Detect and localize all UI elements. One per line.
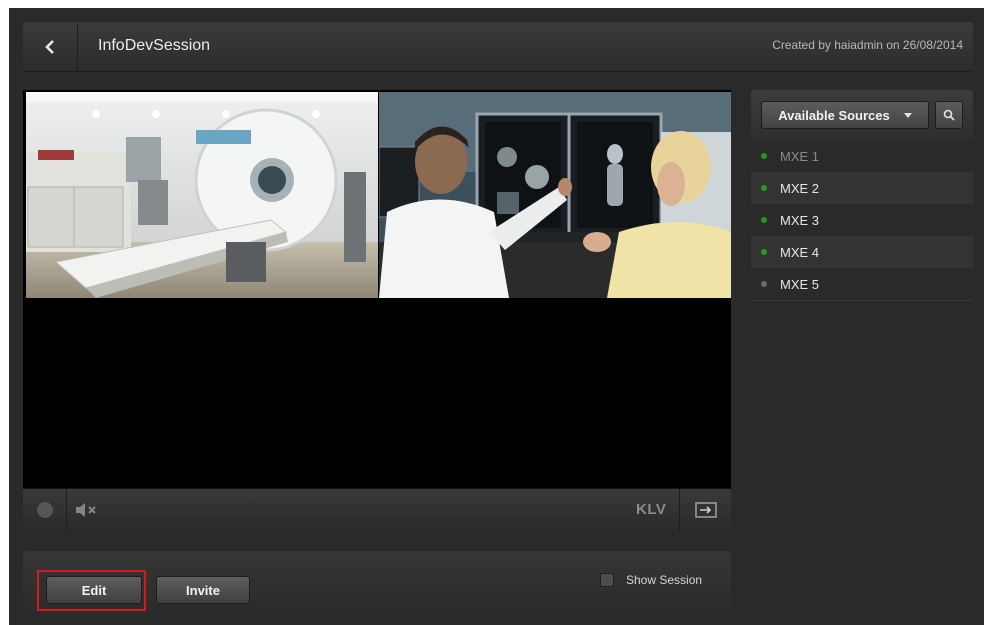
session-title: InfoDevSession <box>98 37 211 54</box>
source-item[interactable]: MXE 5 <box>751 268 973 300</box>
source-item[interactable]: MXE 4 <box>751 236 973 268</box>
route-button[interactable] <box>679 489 731 531</box>
search-icon <box>943 109 955 121</box>
source-list: MXE 1 MXE 2 MXE 3 MXE 4 MXE 5 <box>751 140 973 301</box>
klv-toggle[interactable]: KLV <box>636 501 666 518</box>
status-dot-icon <box>761 153 767 159</box>
source-label: MXE 3 <box>780 212 820 228</box>
radiology-consult-image <box>379 92 731 298</box>
source-label: MXE 2 <box>780 180 820 196</box>
source-label: MXE 5 <box>780 276 820 292</box>
invite-button[interactable]: Invite <box>156 576 250 604</box>
status-dot-icon <box>761 217 767 223</box>
video-feed-radiology[interactable] <box>379 92 731 298</box>
show-session-toggle[interactable]: Show Session <box>600 573 702 587</box>
ct-scanner-image <box>26 92 378 298</box>
caret-down-icon <box>903 112 912 118</box>
video-player: KLV <box>23 90 731 531</box>
status-dot-icon <box>761 185 767 191</box>
speaker-muted-icon <box>76 503 96 517</box>
created-by-text: Created by haiadmin on 26/08/2014 <box>772 38 963 52</box>
session-header: InfoDevSession Created by haiadmin on 26… <box>23 22 973 72</box>
source-item[interactable]: MXE 2 <box>751 172 973 204</box>
show-session-checkbox[interactable] <box>600 573 614 587</box>
source-item[interactable]: MXE 3 <box>751 204 973 236</box>
available-sources-label: Available Sources <box>778 107 890 123</box>
source-label: MXE 4 <box>780 244 820 260</box>
player-controls: KLV <box>23 488 731 531</box>
video-area[interactable] <box>23 90 731 488</box>
show-session-label: Show Session <box>626 573 703 587</box>
source-item[interactable]: MXE 1 <box>751 140 973 172</box>
status-dot-icon <box>761 249 767 255</box>
route-arrow-icon <box>694 502 717 518</box>
video-feed-ct-room[interactable] <box>26 92 378 298</box>
record-button[interactable] <box>23 489 67 531</box>
chevron-left-icon <box>45 40 54 54</box>
session-view: InfoDevSession Created by haiadmin on 26… <box>9 8 984 625</box>
record-icon <box>36 502 53 518</box>
source-label: MXE 1 <box>780 148 820 164</box>
status-dot-icon <box>761 281 767 287</box>
mute-button[interactable] <box>75 499 111 521</box>
edit-button[interactable]: Edit <box>46 576 142 604</box>
available-sources-panel: Available Sources MXE 1 MXE 2 MXE 3 MXE … <box>751 90 973 302</box>
back-button[interactable] <box>23 22 78 72</box>
search-sources-button[interactable] <box>935 101 963 129</box>
sources-header: Available Sources <box>751 90 973 140</box>
available-sources-dropdown[interactable]: Available Sources <box>761 101 929 129</box>
session-actions-bar: Edit Invite Show Session <box>23 551 731 613</box>
